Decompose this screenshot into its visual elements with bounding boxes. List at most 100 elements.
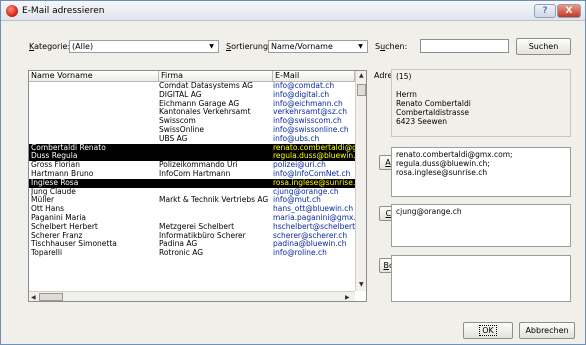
contact-list[interactable]: Name Vorname Firma E-Mail Comdat Datasys… [28, 70, 367, 302]
cell-email: polizei@uri.ch [273, 161, 326, 170]
cell-firma: Polizeikommando Uri [159, 161, 238, 170]
table-row[interactable]: Comdat Datasystems AG info@comdat.ch [29, 82, 355, 91]
table-row[interactable]: Tischhauser Simonetta Padina AG padina@blu… [29, 240, 355, 249]
cc-recipients-field[interactable]: cjung@orange.ch [391, 204, 571, 247]
an-recipient: regula.duss@bluewin.ch; [396, 159, 490, 168]
table-row[interactable]: Kantonales Verkehrsamt verkehrsamt@sz.ch [29, 108, 355, 117]
cell-name: Gross Florian [31, 161, 81, 170]
cell-name: Tischhauser Simonetta [31, 240, 117, 249]
cell-name: Duss Regula [31, 152, 78, 161]
suchen-label: Suchen: [375, 42, 408, 51]
cell-firma: Rotronic AG [159, 249, 204, 258]
cancel-button[interactable]: Abbrechen [519, 322, 575, 339]
table-row[interactable]: Inglese Rosa rosa.inglese@sunrise.c [29, 178, 355, 188]
cell-email: info@ubs.ch [273, 134, 320, 143]
table-row[interactable]: Gross Florian Polizeikommando Uri polizei@… [29, 161, 355, 170]
chevron-down-icon[interactable]: ▼ [207, 42, 216, 51]
table-row[interactable]: Duss Regula regula.duss@bluewin.c [29, 152, 355, 162]
table-row[interactable]: Schelbert Herbert Metzgerei Schelbert hsch… [29, 223, 355, 232]
kategorie-label: Kategorie: [29, 42, 71, 51]
scroll-left-icon[interactable]: ◀ [31, 294, 36, 301]
cell-firma: InfoCom Hartmann [159, 169, 231, 178]
an-recipient: rosa.inglese@sunrise.ch [396, 168, 488, 177]
scroll-right-icon[interactable]: ▶ [345, 294, 350, 301]
horizontal-scrollbar[interactable]: ◀ ▶ [29, 291, 355, 301]
cell-email: renato.combertaldi@gm [273, 143, 355, 152]
cell-email: info@comdat.ch [273, 82, 335, 90]
kategorie-label-text: ategorie: [34, 42, 71, 51]
address-line: (15) [396, 72, 412, 81]
address-line: Renato Combertaldi [396, 99, 471, 108]
table-row[interactable]: Combertaldi Renato renato.combertaldi@gm [29, 143, 355, 153]
ok-button-label: OK [479, 325, 497, 336]
scroll-down-icon[interactable]: ▼ [359, 281, 364, 288]
table-row[interactable]: Hartmann Bruno InfoCom Hartmann info@InfoC… [29, 170, 355, 179]
cell-name: Inglese Rosa [31, 178, 79, 187]
address-line [396, 81, 566, 90]
app-icon [6, 5, 18, 17]
bcc-recipients-field[interactable] [391, 255, 571, 302]
table-row[interactable]: Ott Hans hans_ott@bluewin.ch [29, 205, 355, 214]
cell-name: Müller [31, 196, 55, 205]
cell-email: info@digital.ch [273, 90, 330, 99]
ok-button[interactable]: OK [463, 322, 513, 339]
sortierung-value: Name/Vorname [271, 42, 333, 51]
address-line: 6423 Seewen [396, 117, 447, 126]
an-recipient: renato.combertaldi@gmx.com; [396, 150, 513, 159]
cell-name: Ott Hans [31, 205, 65, 214]
table-row[interactable]: DIGITAL AG info@digital.ch [29, 91, 355, 100]
help-button[interactable]: ? [534, 4, 556, 18]
cell-email: info@swisscom.ch [273, 117, 342, 126]
suchen-input[interactable] [420, 39, 509, 53]
scroll-up-icon[interactable]: ▲ [359, 72, 364, 79]
suchen-label-text: chen: [385, 42, 408, 51]
cell-name: Jung Claude [31, 187, 76, 196]
cell-firma: Eichmann Garage AG [159, 99, 240, 108]
column-header-email[interactable]: E-Mail [273, 71, 355, 82]
cc-recipient: cjung@orange.ch [396, 207, 462, 216]
chevron-down-icon[interactable]: ▼ [356, 42, 365, 51]
table-row[interactable]: Eichmann Garage AG info@eichmann.ch [29, 100, 355, 109]
cell-email: rosa.inglese@sunrise.c [273, 178, 355, 187]
vertical-scrollbar[interactable]: ▲ ▼ [355, 71, 366, 291]
cell-firma: Metzgerei Schelbert [159, 222, 235, 231]
cell-firma: SwissOnline [159, 125, 204, 134]
column-header-firma[interactable]: Firma [159, 71, 273, 82]
table-row[interactable]: SwissOnline info@swissonline.ch [29, 126, 355, 135]
an-recipients-field[interactable]: renato.combertaldi@gmx.com; regula.duss@b… [391, 147, 571, 197]
table-row[interactable]: Paganini Maria maria.paganini@gmx.cc [29, 214, 355, 223]
cell-email: cjung@orange.ch [273, 187, 339, 196]
email-dialog: E-Mail adressieren ? X Kategorie: (Alle)… [0, 0, 586, 345]
table-row[interactable]: Toparelli Rotronic AG info@roline.ch [29, 249, 355, 258]
horizontal-scroll-thumb[interactable] [39, 293, 63, 301]
sortierung-select[interactable]: Name/Vorname ▼ [268, 40, 368, 53]
address-box: (15) Herrn Renato Combertaldi Combertaldist… [391, 69, 571, 137]
column-header-name[interactable]: Name Vorname [29, 71, 159, 82]
cell-email: verkehrsamt@sz.ch [273, 108, 348, 117]
title-bar: E-Mail adressieren ? X [1, 1, 585, 21]
cell-firma: DIGITAL AG [159, 90, 202, 99]
table-row[interactable]: Müller Markt & Technik Vertriebs AG info@m… [29, 196, 355, 205]
table-row[interactable]: Swisscom info@swisscom.ch [29, 117, 355, 126]
cell-email: info@mut.ch [273, 196, 321, 205]
table-row[interactable]: UBS AG info@ubs.ch [29, 135, 355, 144]
cell-email: padina@bluewin.ch [273, 240, 347, 249]
cell-name: Toparelli [31, 249, 63, 258]
cell-email: scherer@scherer.ch [273, 231, 348, 240]
cell-email: info@roline.ch [273, 249, 327, 258]
address-line: Combertaldistrasse [396, 108, 470, 117]
suchen-button[interactable]: Suchen [516, 38, 571, 55]
table-row[interactable]: Scherer Franz Informatikbüro Scherer scher… [29, 232, 355, 241]
table-row[interactable]: Jung Claude cjung@orange.ch [29, 188, 355, 197]
sortierung-label: Sortierung: [226, 42, 271, 51]
cell-name: Scherer Franz [31, 231, 83, 240]
kategorie-select[interactable]: (Alle) ▼ [69, 40, 219, 53]
cell-firma: Kantonales Verkehrsamt [159, 108, 251, 117]
sortierung-label-text: ortierung: [231, 42, 271, 51]
cell-firma: Markt & Technik Vertriebs AG [159, 196, 269, 205]
cell-email: maria.paganini@gmx.cc [273, 213, 355, 222]
address-line: Herrn [396, 90, 417, 99]
vertical-scroll-thumb[interactable] [357, 84, 366, 96]
close-button[interactable]: X [557, 4, 581, 18]
cell-email: info@InfoComNet.ch [273, 169, 351, 178]
